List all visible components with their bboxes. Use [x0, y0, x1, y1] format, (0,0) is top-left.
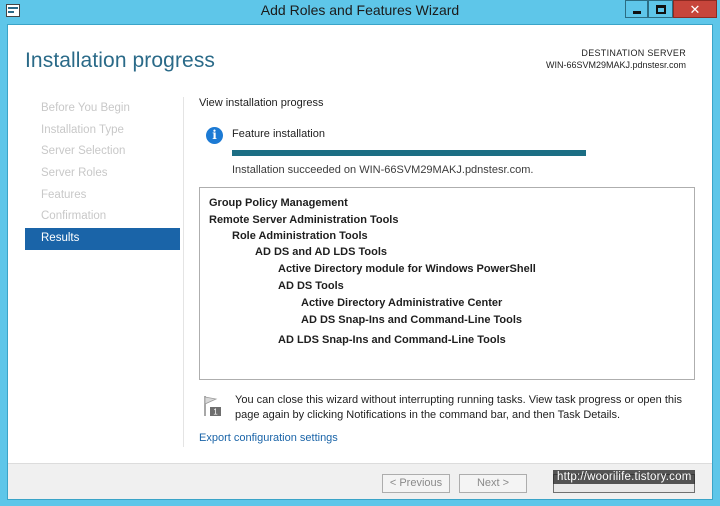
notice-text: You can close this wizard without interr…	[235, 394, 682, 421]
progress-fill	[232, 150, 586, 156]
wizard-steps-nav: Before You Begin Installation Type Server …	[25, 98, 180, 250]
result-item: Active Directory Administrative Center	[301, 297, 503, 309]
maximize-icon	[656, 5, 666, 14]
notification-flag-icon: 1	[204, 396, 221, 417]
destination-server: DESTINATION SERVER WIN-66SVM29MAKJ.pdnst…	[546, 47, 686, 71]
installation-status: Installation succeeded on WIN-66SVM29MAK…	[232, 164, 534, 176]
watermark: http://woorilife.tistory.com	[553, 470, 696, 484]
wizard-window: Add Roles and Features Wizard ✕ Installa…	[0, 0, 720, 506]
result-item: AD DS Snap-Ins and Command-Line Tools	[301, 314, 523, 326]
destination-server-name: WIN-66SVM29MAKJ.pdnstesr.com	[545, 60, 686, 70]
result-item: AD LDS Snap-Ins and Command-Line Tools	[278, 334, 506, 346]
result-item: Group Policy Management	[209, 197, 348, 209]
window-title: Add Roles and Features Wizard	[260, 2, 460, 18]
close-icon: ✕	[689, 2, 701, 17]
section-subtitle: View installation progress	[199, 97, 324, 109]
nav-item-server-roles[interactable]: Server Roles	[25, 163, 180, 185]
title-bar[interactable]: Add Roles and Features Wizard ✕	[0, 0, 720, 22]
previous-button[interactable]: < Previous	[382, 474, 450, 493]
minimize-icon	[633, 11, 641, 14]
wizard-body: Installation progress DESTINATION SERVER…	[7, 24, 713, 500]
result-item: AD DS Tools	[278, 280, 344, 292]
notification-badge: 1	[213, 408, 218, 417]
feature-installation-label: Feature installation	[232, 128, 325, 140]
nav-divider	[183, 97, 184, 447]
installation-progress-bar	[232, 150, 586, 156]
result-item: Remote Server Administration Tools	[209, 214, 399, 226]
results-list[interactable]: Group Policy Management Remote Server Adm…	[199, 187, 695, 380]
nav-item-results[interactable]: Results	[25, 228, 180, 250]
next-button[interactable]: Next >	[459, 474, 527, 493]
nav-item-installation-type[interactable]: Installation Type	[25, 120, 180, 142]
maximize-button[interactable]	[648, 0, 673, 18]
result-item: Active Directory module for Windows Powe…	[278, 263, 536, 275]
minimize-button[interactable]	[625, 0, 648, 18]
result-item: AD DS and AD LDS Tools	[255, 246, 387, 258]
page-title: Installation progress	[25, 49, 216, 72]
info-icon: i	[206, 127, 223, 144]
export-configuration-link[interactable]: Export configuration settings	[199, 432, 338, 444]
nav-item-before-you-begin[interactable]: Before You Begin	[25, 98, 180, 120]
nav-item-confirmation[interactable]: Confirmation	[25, 206, 180, 228]
nav-item-server-selection[interactable]: Server Selection	[25, 141, 180, 163]
destination-label: DESTINATION SERVER	[581, 48, 686, 58]
nav-item-features[interactable]: Features	[25, 185, 180, 207]
close-window-button[interactable]: ✕	[673, 0, 717, 18]
result-item: Role Administration Tools	[232, 230, 368, 242]
